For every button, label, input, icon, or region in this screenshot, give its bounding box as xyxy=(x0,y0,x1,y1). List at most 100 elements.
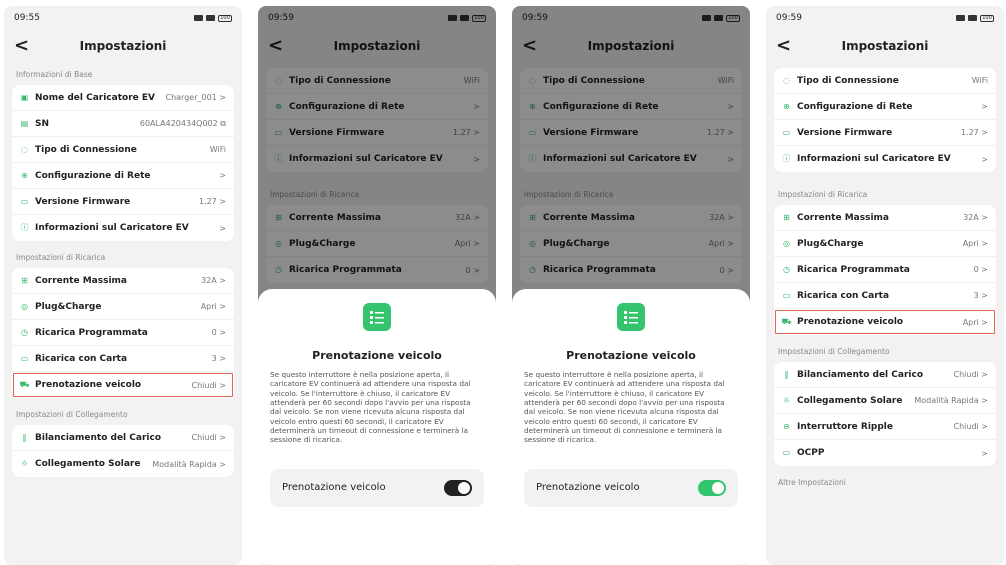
toggle-label: Prenotazione veicolo xyxy=(282,482,386,494)
balance-icon: ‖ xyxy=(22,432,27,442)
top-card: ◌ Tipo di Connessione WiFi ⊕ Configurazione… xyxy=(774,68,996,172)
car-icon: ⛟ xyxy=(19,380,30,389)
row-plug-charge[interactable]: ◎ Plug&Charge Apri > xyxy=(12,294,234,320)
copy-icon[interactable]: ⧉ xyxy=(220,119,226,128)
row-firmware[interactable]: ▭ Versione Firmware 1.27 > xyxy=(774,120,996,146)
row-max-current[interactable]: ⊞ Corrente Massima 32A > xyxy=(774,205,996,231)
toggle-knob xyxy=(712,481,724,494)
ocpp-icon: ▭ xyxy=(782,448,791,457)
sheet-description: Se questo interruttore è nella posizione… xyxy=(270,370,471,445)
row-network-config[interactable]: ⊕ Configurazione di Rete > xyxy=(12,163,234,189)
globe-icon: ⊕ xyxy=(21,170,28,180)
wifi-icon: ◌ xyxy=(783,75,790,85)
row-scheduled-charge[interactable]: ◷ Ricarica Programmata 0 > xyxy=(774,257,996,283)
page-title: Impostazioni xyxy=(79,39,167,53)
plug-icon: ◎ xyxy=(783,238,790,248)
bottom-sheet: Prenotazione veicolo Se questo interrutt… xyxy=(512,289,750,565)
status-icons: 100 xyxy=(956,14,994,22)
current-icon: ⊞ xyxy=(21,275,28,285)
current-icon: ⊞ xyxy=(783,212,790,222)
section-base-label: Informazioni di Base xyxy=(16,70,93,79)
header: < Impostazioni xyxy=(4,30,242,62)
status-time: 09:59 xyxy=(776,13,802,23)
row-vehicle-reservation[interactable]: ⛟ Prenotazione veicolo Apri > xyxy=(774,309,996,335)
section-charging-label: Impostazioni di Ricarica xyxy=(16,253,106,262)
bottom-sheet: Prenotazione veicolo Se questo interrutt… xyxy=(258,289,496,565)
screen-2: 09:59 100 < Impostazioni ◌ Tipo di Connes… xyxy=(258,6,496,565)
battery-icon: 100 xyxy=(980,14,994,22)
row-load-balance[interactable]: ‖ Bilanciamento del Carico Chiudi > xyxy=(774,362,996,388)
toggle-label: Prenotazione veicolo xyxy=(536,482,640,494)
row-plug-charge[interactable]: ◎ Plug&Charge Apri > xyxy=(774,231,996,257)
sheet-title: Prenotazione veicolo xyxy=(312,349,442,362)
solar-icon: ☼ xyxy=(20,459,29,468)
row-scheduled-charge[interactable]: ◷ Ricarica Programmata 0 > xyxy=(12,320,234,346)
battery-icon: 100 xyxy=(218,14,232,22)
plug-icon: ◎ xyxy=(21,301,28,311)
settings-list-icon xyxy=(617,303,645,331)
status-bar: 09:55 100 xyxy=(4,6,242,30)
row-solar[interactable]: ☼ Collegamento Solare Modalità Rapida > xyxy=(12,451,234,477)
back-icon[interactable]: < xyxy=(14,37,29,55)
screen-3: 09:59 100 < Impostazioni ◌ Tipo di Connes… xyxy=(512,6,750,565)
vehicle-reservation-toggle[interactable] xyxy=(698,479,726,496)
status-bar: 09:59 100 xyxy=(766,6,1004,30)
row-charger-info[interactable]: ⓘ Informazioni sul Caricatore EV > xyxy=(12,215,234,241)
balance-icon: ‖ xyxy=(784,369,789,379)
wifi-icon: ◌ xyxy=(21,144,28,154)
status-time: 09:55 xyxy=(14,13,40,23)
row-network-config[interactable]: ⊕ Configurazione di Rete > xyxy=(774,94,996,120)
row-charger-name[interactable]: ▣ Nome del Caricatore EV Charger_001 > xyxy=(12,85,234,111)
row-connection-type[interactable]: ◌ Tipo di Connessione WiFi xyxy=(12,137,234,163)
vehicle-reservation-toggle[interactable] xyxy=(444,479,472,496)
card-icon: ▭ xyxy=(782,290,791,300)
row-card-charge[interactable]: ▭ Ricarica con Carta 3 > xyxy=(12,346,234,372)
firmware-icon: ▭ xyxy=(20,196,29,206)
row-firmware[interactable]: ▭ Versione Firmware 1.27 > xyxy=(12,189,234,215)
screen-4: 09:59 100 < Impostazioni ◌ Tipo di Connes… xyxy=(766,6,1004,565)
row-load-balance[interactable]: ‖ Bilanciamento del Carico Chiudi > xyxy=(12,425,234,451)
page-title: Impostazioni xyxy=(841,39,929,53)
toggle-row: Prenotazione veicolo xyxy=(270,468,484,507)
toggle-row: Prenotazione veicolo xyxy=(524,468,738,507)
back-icon[interactable]: < xyxy=(776,37,791,55)
car-icon: ⛟ xyxy=(781,317,792,326)
charging-card: ⊞ Corrente Massima 32A > ◎ Plug&Charge Apri … xyxy=(774,205,996,335)
info-icon: ⓘ xyxy=(782,154,791,163)
toggle-knob xyxy=(458,481,470,494)
sheet-title: Prenotazione veicolo xyxy=(566,349,696,362)
charger-icon: ▣ xyxy=(20,92,29,102)
sheet-description: Se questo interruttore è nella posizione… xyxy=(524,370,725,445)
row-card-charge[interactable]: ▭ Ricarica con Carta 3 > xyxy=(774,283,996,309)
section-connection-label: Impostazioni di Collegamento xyxy=(778,347,890,356)
schedule-icon: ◷ xyxy=(783,264,790,274)
firmware-icon: ▭ xyxy=(782,127,791,137)
sn-value: 60ALA420434Q002 ⧉ xyxy=(139,118,226,128)
row-solar[interactable]: ☼ Collegamento Solare Modalità Rapida > xyxy=(774,388,996,414)
section-charging-label: Impostazioni di Ricarica xyxy=(778,190,868,199)
sn-icon: ▤ xyxy=(20,118,29,128)
connection-card: ‖ Bilanciamento del Carico Chiudi > ☼ Colle… xyxy=(774,362,996,466)
section-connection-label: Impostazioni di Collegamento xyxy=(16,410,128,419)
card-icon: ▭ xyxy=(20,353,29,363)
row-vehicle-reservation[interactable]: ⛟ Prenotazione veicolo Chiudi > xyxy=(12,372,234,398)
info-icon: ⓘ xyxy=(20,223,29,232)
row-ocpp[interactable]: ▭ OCPP > xyxy=(774,440,996,466)
status-icons: 100 xyxy=(194,14,232,22)
row-ripple-switch[interactable]: ⊖ Interruttore Ripple Chiudi > xyxy=(774,414,996,440)
charging-card: ⊞ Corrente Massima 32A > ◎ Plug&Charge Apri … xyxy=(12,268,234,398)
row-connection-type[interactable]: ◌ Tipo di Connessione WiFi xyxy=(774,68,996,94)
connection-card: ‖ Bilanciamento del Carico Chiudi > ☼ Colle… xyxy=(12,425,234,477)
row-max-current[interactable]: ⊞ Corrente Massima 32A > xyxy=(12,268,234,294)
base-card: ▣ Nome del Caricatore EV Charger_001 > ▤ SN… xyxy=(12,85,234,241)
schedule-icon: ◷ xyxy=(21,327,28,337)
row-sn[interactable]: ▤ SN 60ALA420434Q002 ⧉ xyxy=(12,111,234,137)
solar-icon: ☼ xyxy=(782,395,791,405)
globe-icon: ⊕ xyxy=(783,101,790,111)
header: < Impostazioni xyxy=(766,30,1004,62)
screen-1: 09:55 100 < Impostazioni Informazioni di… xyxy=(4,6,242,565)
section-other-label: Altre Impostazioni xyxy=(778,478,846,487)
ripple-icon: ⊖ xyxy=(783,421,790,431)
row-charger-info[interactable]: ⓘ Informazioni sul Caricatore EV > xyxy=(774,146,996,172)
settings-list-icon xyxy=(363,303,391,331)
